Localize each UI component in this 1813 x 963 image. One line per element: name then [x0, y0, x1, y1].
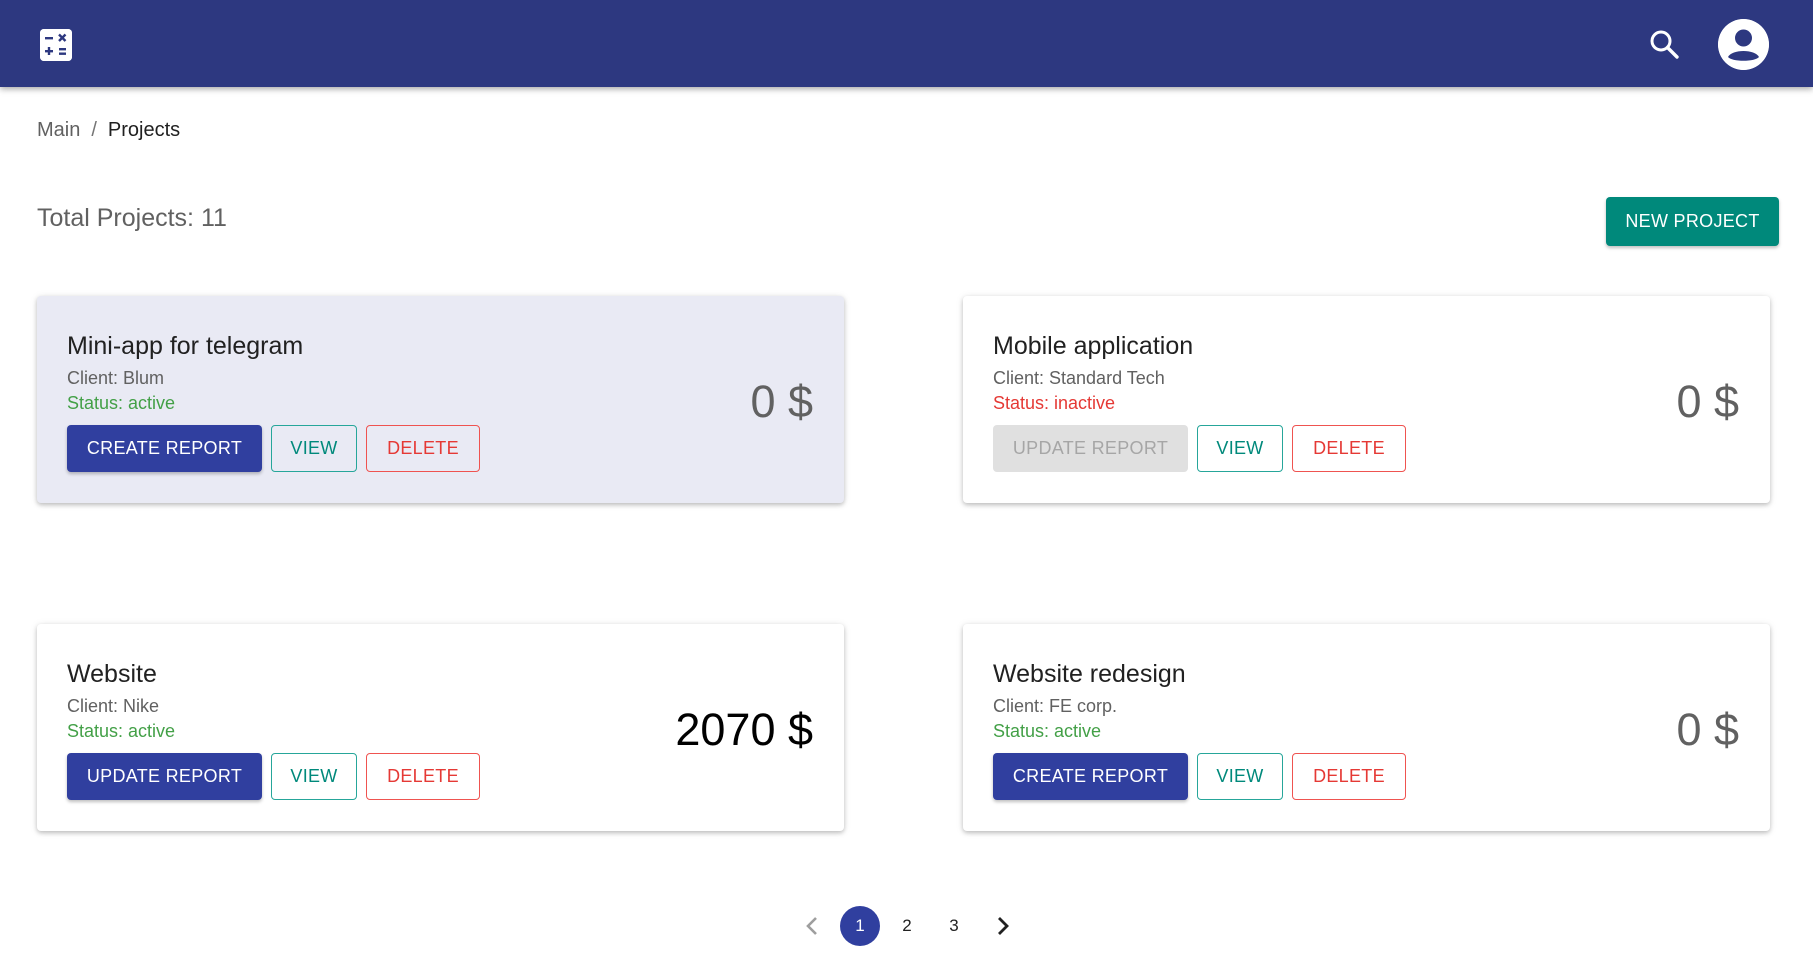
page-button-2[interactable]: 2 [887, 906, 927, 946]
project-amount: 0 $ [750, 376, 813, 427]
project-client: Client: Standard Tech [993, 368, 1165, 388]
delete-button[interactable]: DELETE [366, 753, 480, 800]
page-button-1[interactable]: 1 [840, 906, 880, 946]
project-title: Website redesign [993, 660, 1186, 688]
breadcrumb-item-main[interactable]: Main [37, 119, 80, 142]
breadcrumb-item-projects: Projects [107, 119, 181, 141]
create-report-button[interactable]: CREATE REPORT [993, 753, 1188, 800]
project-client: Client: FE corp. [993, 696, 1118, 716]
app-bar [0, 0, 1813, 87]
view-button[interactable]: VIEW [1197, 425, 1283, 472]
delete-button[interactable]: DELETE [366, 425, 480, 472]
project-status: Status: inactive [993, 393, 1116, 413]
project-amount: 0 $ [1676, 376, 1739, 427]
project-client: Client: Nike [67, 696, 160, 716]
view-button[interactable]: VIEW [271, 753, 357, 800]
project-client: Client: Blum [67, 368, 165, 388]
view-button[interactable]: VIEW [271, 425, 357, 472]
breadcrumb-separator: / [91, 119, 97, 141]
project-status: Status: active [993, 721, 1102, 741]
create-report-button[interactable]: CREATE REPORT [67, 425, 262, 472]
project-card: Mobile application Client: Standard Tech… [963, 296, 1770, 503]
delete-button[interactable]: DELETE [1292, 425, 1406, 472]
project-title: Website [67, 660, 157, 688]
new-project-button[interactable]: NEW PROJECT [1606, 197, 1779, 246]
chevron-left-icon[interactable] [797, 906, 827, 946]
project-title: Mini-app for telegram [67, 332, 304, 360]
breadcrumb: Main / Projects [37, 119, 180, 142]
total-projects-label: Total Projects: 11 [37, 204, 227, 232]
delete-button[interactable]: DELETE [1292, 753, 1406, 800]
project-title: Mobile application [993, 332, 1194, 360]
update-report-button[interactable]: UPDATE REPORT [67, 753, 262, 800]
project-amount: 2070 $ [675, 704, 813, 755]
project-card: Mini-app for telegram Client: Blum Statu… [37, 296, 844, 503]
view-button[interactable]: VIEW [1197, 753, 1283, 800]
pagination: 1 2 3 [0, 906, 1813, 946]
project-status: Status: active [67, 721, 176, 741]
chevron-right-icon[interactable] [988, 906, 1018, 946]
update-report-button: UPDATE REPORT [993, 425, 1188, 472]
project-amount: 0 $ [1676, 704, 1739, 755]
project-status: Status: active [67, 393, 176, 413]
project-card: Website redesign Client: FE corp. Status… [963, 624, 1770, 831]
project-card: Website Client: Nike Status: active 2070… [37, 624, 844, 831]
search-icon[interactable] [1648, 28, 1682, 62]
calculator-icon[interactable] [40, 29, 72, 61]
page-button-3[interactable]: 3 [934, 906, 974, 946]
account-circle-icon[interactable] [1718, 19, 1769, 70]
